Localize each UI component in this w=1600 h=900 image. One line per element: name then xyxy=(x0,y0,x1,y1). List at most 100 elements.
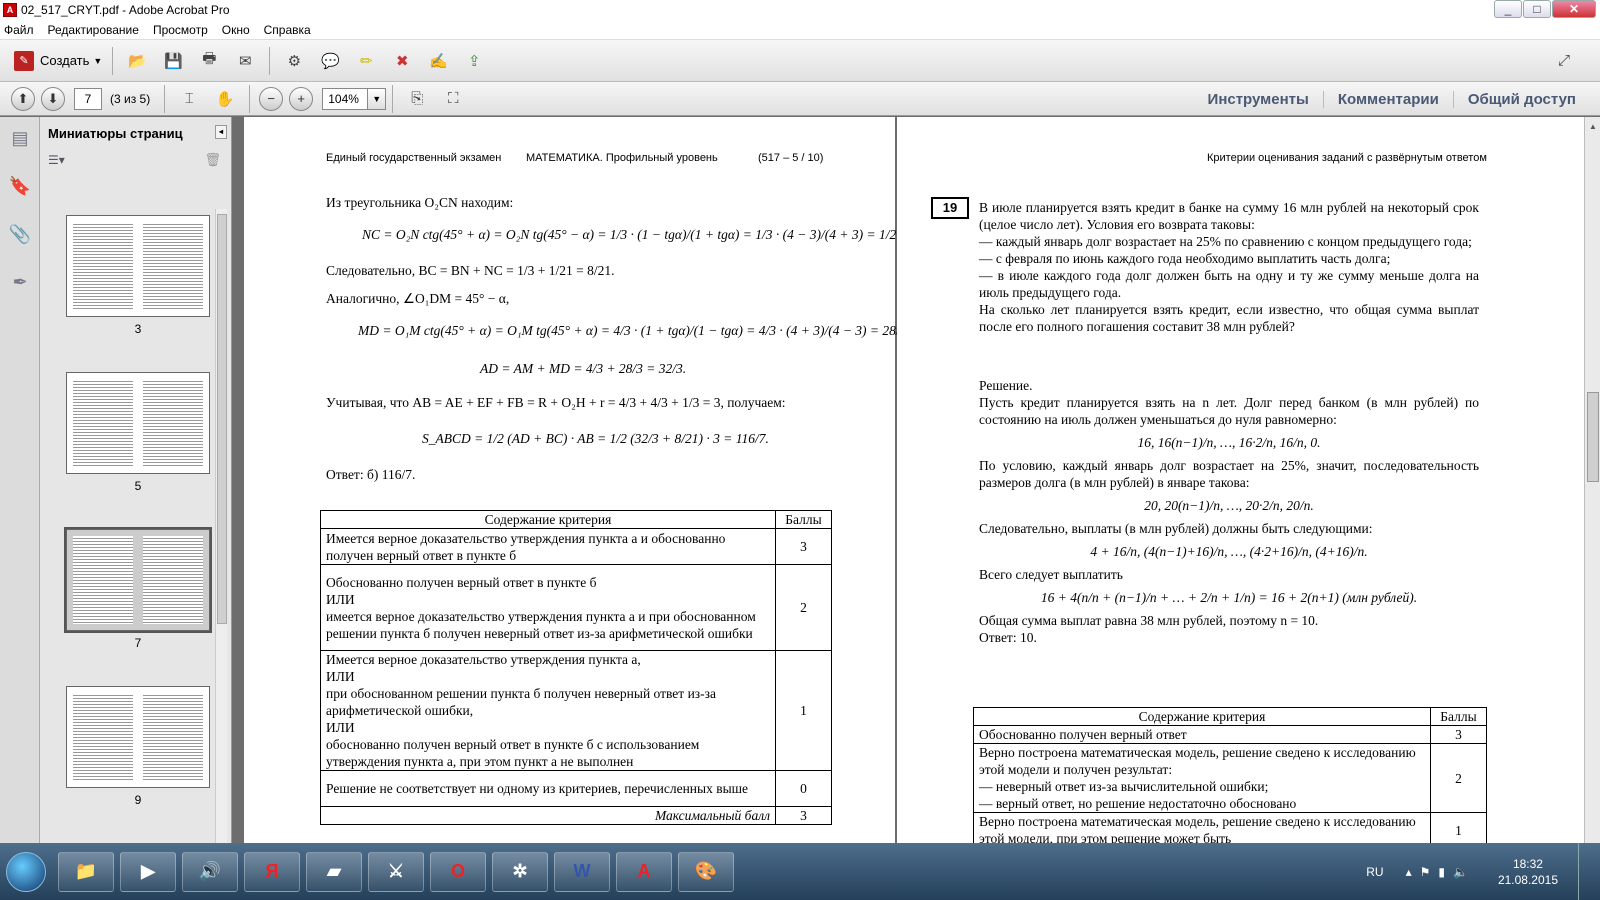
criterion-points: 0 xyxy=(775,770,832,807)
solution-line: Следовательно, выплаты (в млн рублей) до… xyxy=(979,521,1373,536)
document-area: Единый государственный экзамен МАТЕМАТИК… xyxy=(233,117,1584,863)
criterion-text: Верно построена математическая модель, р… xyxy=(973,743,1431,813)
menu-edit[interactable]: Редактирование xyxy=(48,23,139,37)
word-icon[interactable]: W xyxy=(554,851,610,892)
collapse-icon[interactable]: ◂ xyxy=(215,125,227,139)
menu-bar: Файл Редактирование Просмотр Окно Справк… xyxy=(0,20,1600,40)
criterion-text: Решение не соответствует ни одному из кр… xyxy=(320,770,776,807)
problem-text: В июле планируется взять кредит в банке … xyxy=(979,199,1479,335)
formula-line: 4 + 16/n, (4(n−1)+16)/n, …, (4·2+16)/n, … xyxy=(1090,544,1368,559)
problem-number: 19 xyxy=(931,197,969,219)
print-icon[interactable]: 🖶 xyxy=(196,48,222,74)
title-bar: A 02_517_CRYT.pdf - Adobe Acrobat Pro _ … xyxy=(0,0,1600,20)
problem-line: В июле планируется взять кредит в банке … xyxy=(979,200,1479,232)
zoom-in-button[interactable]: + xyxy=(289,86,314,111)
save-icon[interactable]: 💾 xyxy=(160,48,186,74)
thumbnail-page-7[interactable] xyxy=(64,527,212,633)
criteria-table: Содержание критерия Баллы Имеется верное… xyxy=(320,510,832,825)
media-player-icon[interactable]: ▶ xyxy=(120,851,176,892)
notepad-icon[interactable]: ▰ xyxy=(306,851,362,892)
text-line: Из треугольника O₂CN находим: xyxy=(326,195,514,210)
scroll-thumb[interactable] xyxy=(1587,392,1599,482)
prev-page-button[interactable]: ⬆ xyxy=(11,86,35,111)
start-button[interactable] xyxy=(6,851,46,892)
menu-window[interactable]: Окно xyxy=(222,23,250,37)
menu-help[interactable]: Справка xyxy=(264,23,311,37)
maximize-button[interactable]: □ xyxy=(1523,0,1551,18)
sign-icon[interactable]: ✍ xyxy=(425,48,451,74)
menu-file[interactable]: Файл xyxy=(4,23,34,37)
taskbar: 📁 ▶ 🔊 Я ▰ ⚔ O ✲ W A 🎨 RU ▴⚑▮🔈 18:32 21.0… xyxy=(0,843,1600,900)
thumbnails-scrollbar[interactable] xyxy=(215,209,227,849)
formula-line: 20, 20(n−1)/n, …, 20·2/n, 20/n. xyxy=(1144,498,1314,513)
yandex-icon[interactable]: Я xyxy=(244,851,300,892)
tools-link[interactable]: Инструменты xyxy=(1194,91,1323,108)
solution-line: По условию, каждый январь долг возрастае… xyxy=(979,458,1479,490)
game-icon[interactable]: ⚔ xyxy=(368,851,424,892)
solution-text: Решение. Пусть кредит планируется взять … xyxy=(979,377,1479,646)
fit-width-icon[interactable]: ⛶ xyxy=(440,86,466,112)
explorer-icon[interactable]: 📁 xyxy=(58,851,114,892)
network-app-icon[interactable]: ✲ xyxy=(492,851,548,892)
signatures-icon[interactable]: ✒ xyxy=(7,269,33,295)
page-number-input[interactable]: 7 xyxy=(74,87,102,110)
fullscreen-icon[interactable]: ⤢ xyxy=(1551,48,1577,74)
formula-line: AD = AM + MD = 4/3 + 28/3 = 32/3. xyxy=(480,361,687,376)
export-icon[interactable]: ⇪ xyxy=(461,48,487,74)
options-icon[interactable]: ☰▾ xyxy=(48,153,65,167)
pdf-page-left: Единый государственный экзамен МАТЕМАТИК… xyxy=(244,117,911,863)
separator xyxy=(269,46,271,75)
page-thumbnails-icon[interactable]: ▤ xyxy=(7,125,33,151)
language-indicator[interactable]: RU xyxy=(1366,865,1383,879)
highlight-icon[interactable]: ✏ xyxy=(353,48,379,74)
thumbnail-page-3[interactable] xyxy=(66,215,210,317)
main-toolbar: ✎ Создать ▼ 📂 💾 🖶 ✉ ⚙ 💬 ✏ ✖ ✍ ⇪ ⤢ xyxy=(0,40,1600,82)
open-icon[interactable]: 📂 xyxy=(124,48,150,74)
next-page-button[interactable]: ⬇ xyxy=(41,86,65,111)
table-row: Обоснованно получен верный ответ 3 xyxy=(973,725,1487,744)
zoom-select[interactable]: 104% ▼ xyxy=(322,87,387,110)
text-line: Следовательно, BC = BN + NC = 1/3 + 1/21… xyxy=(326,263,615,278)
settings-icon[interactable]: ⚙ xyxy=(281,48,307,74)
volume-app-icon[interactable]: 🔊 xyxy=(182,851,238,892)
paint-icon[interactable]: 🎨 xyxy=(678,851,734,892)
document-scrollbar[interactable]: ▲ ▼ xyxy=(1584,117,1600,863)
comments-link[interactable]: Комментарии xyxy=(1322,90,1453,108)
attachments-icon[interactable]: 📎 xyxy=(7,221,33,247)
answer-line: Ответ: 10. xyxy=(979,630,1037,645)
page-header: Критерии оценивания заданий с развёрнуты… xyxy=(1207,152,1487,164)
comment-icon[interactable]: 💬 xyxy=(317,48,343,74)
email-icon[interactable]: ✉ xyxy=(232,48,258,74)
reject-icon[interactable]: ✖ xyxy=(389,48,415,74)
select-tool-icon[interactable]: ⌶ xyxy=(176,86,202,112)
acrobat-taskbar-icon[interactable]: A xyxy=(616,851,672,892)
create-button[interactable]: ✎ Создать ▼ xyxy=(10,47,106,75)
hand-tool-icon[interactable]: ✋ xyxy=(212,86,238,112)
tray-icons[interactable]: ▴⚑▮🔈 xyxy=(1406,865,1476,879)
page-header-left: Единый государственный экзамен xyxy=(326,152,502,164)
opera-icon[interactable]: O xyxy=(430,851,486,892)
scroll-up-icon[interactable]: ▲ xyxy=(1587,121,1599,133)
formula-line: 16, 16(n−1)/n, …, 16·2/n, 16/n, 0. xyxy=(1137,435,1321,450)
solution-line: Всего следует выплатить xyxy=(979,567,1123,582)
fit-page-icon[interactable]: ⎘ xyxy=(404,86,430,112)
criteria-table: Содержание критерия Баллы Обоснованно по… xyxy=(973,707,1487,848)
max-score-value: 3 xyxy=(775,806,832,825)
clock[interactable]: 18:32 21.08.2015 xyxy=(1498,856,1558,888)
thumbnail-page-5[interactable] xyxy=(66,372,210,474)
menu-view[interactable]: Просмотр xyxy=(153,23,208,37)
trash-icon[interactable]: 🗑 xyxy=(204,152,221,168)
thumbnail-page-9[interactable] xyxy=(66,686,210,788)
problem-line: — в июле каждого года долг должен быть н… xyxy=(979,268,1479,300)
show-desktop-button[interactable] xyxy=(1578,843,1592,900)
minimize-button[interactable]: _ xyxy=(1494,0,1522,18)
max-score-label: Максимальный балл xyxy=(320,806,776,825)
separator xyxy=(392,84,394,113)
close-button[interactable]: ✕ xyxy=(1552,0,1596,18)
share-link[interactable]: Общий доступ xyxy=(1452,90,1590,108)
zoom-out-button[interactable]: − xyxy=(259,86,284,111)
criterion-points: 2 xyxy=(775,564,832,651)
bookmarks-icon[interactable]: 🔖 xyxy=(7,173,33,199)
problem-line: — каждый январь долг возрастает на 25% п… xyxy=(979,234,1472,249)
separator xyxy=(249,84,251,113)
